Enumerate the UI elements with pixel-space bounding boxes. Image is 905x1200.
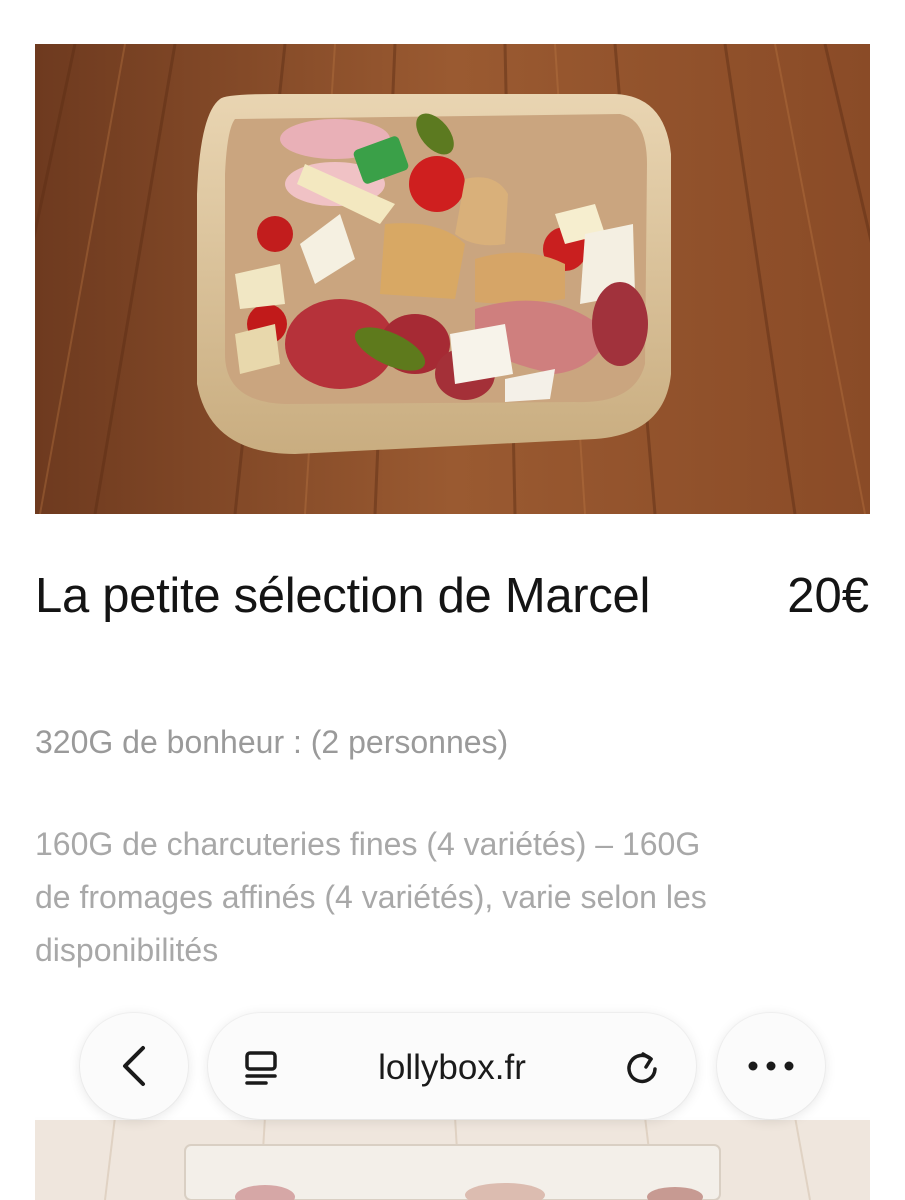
product-title: La petite sélection de Marcel [35,569,651,623]
back-button[interactable] [80,1013,188,1119]
next-product-image [35,1117,870,1200]
ellipsis-icon [748,1061,794,1071]
chevron-left-icon [123,1046,145,1086]
product-subtitle: 320G de bonheur : (2 personnes) [35,724,509,760]
more-options-button[interactable] [717,1013,825,1119]
browser-toolbar: lollybox.fr [0,1010,905,1122]
product-price: 20€ [787,569,869,623]
address-bar[interactable]: lollybox.fr [208,1013,696,1119]
product-image [35,44,870,514]
reload-icon[interactable] [622,1047,662,1092]
product-description: 160G de charcuteries fines (4 variétés) … [35,826,707,968]
